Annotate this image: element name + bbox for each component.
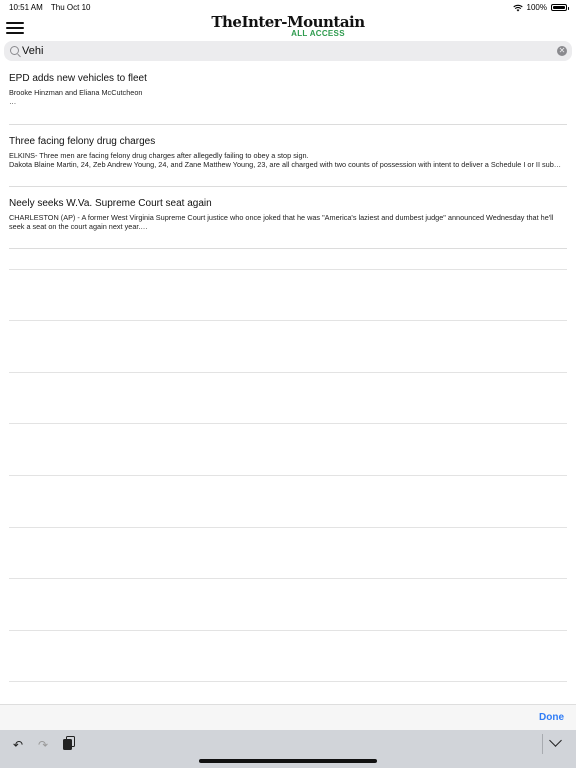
empty-row [9,424,567,476]
clear-icon[interactable]: ✕ [557,46,567,56]
empty-row [9,631,567,683]
redo-icon[interactable]: ↷ [38,738,48,752]
empty-row [9,218,567,270]
keyboard-divider [542,734,543,754]
wifi-icon [512,4,523,11]
search-icon [10,46,19,55]
battery-fill [553,6,565,9]
logo-sub: ALL ACCESS [291,29,345,38]
keyboard-shortcut-bar: ↶ ↷ [0,730,576,768]
app-header: TheInter-Mountain ALL ACCESS [0,14,576,40]
empty-rows [9,218,567,683]
empty-row [9,321,567,373]
home-indicator[interactable] [199,759,377,763]
result-title: EPD adds new vehicles to fleet [9,73,147,84]
search-bar[interactable]: ✕ [4,41,572,61]
result-item[interactable]: EPD adds new vehicles to fleet Brooke Hin… [9,72,567,125]
logo-main: TheInter-Mountain [211,13,365,31]
result-title: Neely seeks W.Va. Supreme Court seat aga… [9,198,212,209]
status-date: Thu Oct 10 [50,3,91,12]
done-button[interactable]: Done [539,712,564,723]
app-logo: TheInter-Mountain ALL ACCESS [0,14,576,38]
result-snippet: ELKINS- Three men are facing felony drug… [9,151,567,169]
keyboard-accessory-bar: Done [0,704,576,730]
paste-icon[interactable] [63,736,75,750]
status-time: 10:51 AM [9,3,43,12]
snippet-line: Brooke Hinzman and Eliana McCutcheon [9,88,143,97]
status-right: 100% [512,3,569,12]
snippet-line: Dakota Blaine Martin, 24, Zeb Andrew You… [9,160,562,169]
battery-percent: 100% [526,3,547,12]
empty-row [9,528,567,580]
snippet-line: … [9,97,17,106]
result-snippet: Brooke Hinzman and Eliana McCutcheon… [9,88,567,106]
snippet-line: ELKINS- Three men are facing felony drug… [9,151,309,160]
empty-row [9,373,567,425]
status-left: 10:51 AM Thu Oct 10 [9,3,96,12]
status-bar: 10:51 AM Thu Oct 10 100% [0,0,576,14]
empty-row [9,579,567,631]
empty-row [9,476,567,528]
battery-icon [551,4,569,11]
result-item[interactable]: Three facing felony drug charges ELKINS- … [9,135,567,187]
result-title: Three facing felony drug charges [9,136,156,147]
search-input[interactable] [22,43,542,59]
undo-icon[interactable]: ↶ [13,738,23,752]
empty-row [9,270,567,322]
chevron-down-icon[interactable] [549,734,562,747]
